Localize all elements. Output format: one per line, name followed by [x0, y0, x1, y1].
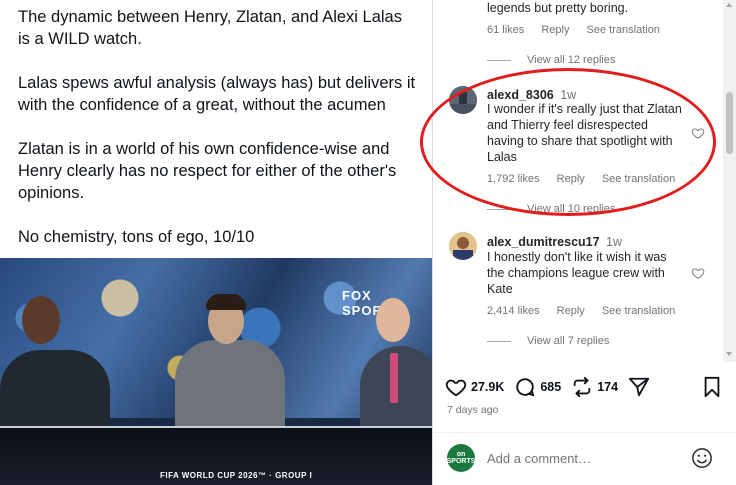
- repost-button[interactable]: 174: [571, 376, 618, 398]
- save-button[interactable]: [701, 375, 723, 404]
- bookmark-icon: [704, 376, 720, 398]
- post-paragraph-4: No chemistry, tons of ego, 10/10: [18, 228, 255, 246]
- heart-icon[interactable]: [691, 266, 705, 280]
- post-text: The dynamic between Henry, Zlatan, and A…: [18, 6, 418, 248]
- view-replies-link-0[interactable]: View all 12 replies: [487, 54, 615, 66]
- send-icon: [628, 377, 650, 397]
- scrollbar-thumb[interactable]: [726, 92, 733, 154]
- heart-icon[interactable]: [691, 126, 705, 140]
- comment-text-2: I honestly don't like it wish it was the…: [487, 250, 667, 296]
- comments-scrollbar[interactable]: [723, 0, 736, 362]
- comment-meta-1: 1,792 likes Reply See translation: [487, 173, 689, 185]
- pundit-henry-head: [22, 296, 60, 344]
- comment-input-divider: [433, 432, 736, 433]
- emoji-button[interactable]: [691, 447, 713, 474]
- likes-count[interactable]: 1,792 likes: [487, 173, 540, 185]
- view-replies-label: View all 10 replies: [527, 203, 616, 215]
- post-paragraph-2: Lalas spews awful analysis (always has) …: [18, 74, 416, 114]
- like-count: 27.9K: [471, 380, 505, 394]
- likes-count[interactable]: 2,414 likes: [487, 305, 540, 317]
- post-image[interactable]: FOX SPORTS FIFA WORLD CUP 2026™ · GROUP …: [0, 258, 432, 485]
- post-timestamp[interactable]: 7 days ago: [447, 404, 498, 416]
- view-replies-link-2[interactable]: View all 7 replies: [487, 335, 609, 347]
- see-translation-link[interactable]: See translation: [587, 24, 660, 36]
- pundit-zlatan-hair: [206, 294, 246, 310]
- comment-username[interactable]: alexd_8306: [487, 88, 554, 102]
- pundit-zlatan-body: [175, 340, 285, 435]
- comments-pane: legends but pretty boring. 61 likes Repl…: [433, 0, 736, 485]
- comment-text-partial: legends but pretty boring.: [487, 1, 629, 15]
- comment-text-1: I wonder if it's really just that Zlatan…: [487, 102, 682, 164]
- avatar[interactable]: [449, 86, 477, 114]
- reply-link[interactable]: Reply: [541, 24, 569, 36]
- scroll-down-arrow-icon[interactable]: [726, 352, 732, 356]
- comment-time: 1w: [560, 88, 577, 102]
- replies-line: [487, 340, 511, 342]
- view-replies-label: View all 7 replies: [527, 335, 610, 347]
- post-content: The dynamic between Henry, Zlatan, and A…: [0, 0, 432, 485]
- see-translation-link[interactable]: See translation: [602, 173, 675, 185]
- replies-line: [487, 208, 511, 210]
- add-comment-input[interactable]: [487, 451, 677, 466]
- avatar-image-icon: [449, 86, 477, 114]
- post-actions: 27.9K 685 174 7 days ago on SPORTS Add a…: [433, 362, 736, 485]
- like-button[interactable]: 27.9K: [445, 376, 504, 398]
- comment-username[interactable]: alex_dumitrescu17: [487, 235, 600, 249]
- pundit-lalas-tie: [390, 353, 398, 403]
- likes-count[interactable]: 61 likes: [487, 24, 524, 36]
- share-button[interactable]: [628, 376, 654, 398]
- avatar-image-icon: [449, 232, 477, 260]
- action-row: 27.9K 685 174: [445, 376, 664, 398]
- view-replies-link-1[interactable]: View all 10 replies: [487, 203, 615, 215]
- comment-bubble-icon: [516, 378, 535, 397]
- post-paragraph-1: The dynamic between Henry, Zlatan, and A…: [18, 8, 402, 48]
- repost-icon: [573, 376, 591, 398]
- comment-time: 1w: [606, 235, 622, 249]
- pundit-lalas-head: [376, 298, 410, 342]
- smiley-icon: [692, 448, 712, 468]
- reply-link[interactable]: Reply: [557, 305, 585, 317]
- avatar[interactable]: [449, 232, 477, 260]
- post-paragraph-3: Zlatan is in a world of his own confiden…: [18, 140, 397, 202]
- see-translation-link[interactable]: See translation: [602, 305, 675, 317]
- heart-icon: [445, 379, 467, 397]
- repost-count: 174: [597, 380, 619, 394]
- reply-link[interactable]: Reply: [557, 173, 585, 185]
- comment-meta-2: 2,414 likes Reply See translation: [487, 305, 689, 317]
- scroll-up-arrow-icon[interactable]: [726, 3, 732, 7]
- avatar[interactable]: on SPORTS: [447, 444, 475, 472]
- broadcast-caption: FIFA WORLD CUP 2026™ · GROUP I: [160, 471, 313, 480]
- comments-list[interactable]: legends but pretty boring. 61 likes Repl…: [433, 0, 736, 362]
- replies-line: [487, 59, 511, 61]
- comment-button[interactable]: 685: [514, 376, 561, 398]
- comment-meta-partial: 61 likes Reply See translation: [487, 24, 674, 36]
- view-replies-label: View all 12 replies: [527, 54, 616, 66]
- comment-count: 685: [540, 380, 562, 394]
